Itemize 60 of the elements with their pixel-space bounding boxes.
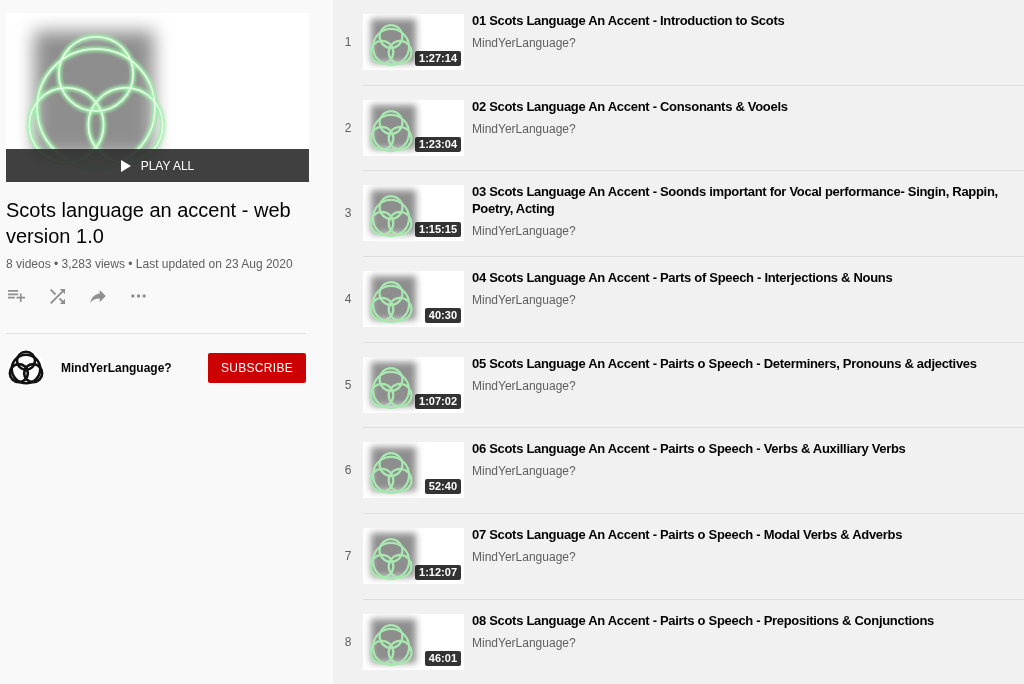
video-thumbnail[interactable]: 1:15:15 — [363, 185, 464, 242]
video-thumbnail[interactable]: 40:30 — [363, 271, 464, 328]
knot-drawing — [369, 361, 416, 409]
subscribe-button[interactable]: SUBSCRIBE — [207, 353, 306, 383]
add-to-playlist-icon[interactable] — [8, 290, 25, 302]
video-duration: 46:01 — [424, 650, 461, 666]
video-duration: 40:30 — [424, 308, 461, 324]
video-channel[interactable]: MindYerLanguage? — [472, 120, 576, 137]
video-channel[interactable]: MindYerLanguage? — [472, 463, 576, 480]
play-icon — [120, 159, 131, 172]
video-index: 1 — [344, 34, 352, 50]
video-title[interactable]: 01 Scots Language An Accent - Introduction to Scots — [472, 12, 785, 29]
video-index: 8 — [344, 633, 352, 650]
knot-drawing — [369, 190, 416, 238]
more-icon[interactable] — [131, 294, 146, 298]
video-duration: 1:15:15 — [415, 222, 461, 238]
video-title[interactable]: 05 Scots Language An Accent - Pairts o Speech - Determiners, Pronouns & adjectives — [472, 354, 977, 372]
video-channel[interactable]: MindYerLanguage? — [472, 549, 576, 566]
video-index: 5 — [344, 376, 352, 393]
video-duration: 1:23:04 — [415, 136, 461, 152]
shuffle-icon[interactable] — [50, 288, 65, 304]
knot-drawing — [369, 104, 416, 152]
knot-drawing — [369, 447, 416, 495]
video-thumbnail[interactable]: 52:40 — [363, 442, 464, 499]
video-thumbnail[interactable]: 1:12:07 — [363, 528, 464, 585]
video-channel[interactable]: MindYerLanguage? — [472, 292, 576, 309]
video-thumbnail[interactable]: 1:07:02 — [363, 356, 464, 413]
video-duration: 52:40 — [424, 479, 461, 495]
video-title[interactable]: 03 Scots Language An Accent - Soonds important for Vocal performance- Singin, Rappin, Poetry, Acting — [472, 183, 1020, 218]
share-arrow-icon[interactable] — [90, 289, 106, 303]
video-title[interactable]: 02 Scots Language An Accent - Consonants & Vooels — [472, 97, 788, 115]
playlist-thumbnail[interactable]: PLAY ALL — [6, 13, 309, 182]
video-thumbnail[interactable]: 46:01 — [363, 613, 464, 670]
knot-drawing — [369, 618, 416, 666]
video-title[interactable]: 07 Scots Language An Accent - Pairts o Speech - Modal Verbs & Adverbs — [472, 526, 903, 544]
video-index: 4 — [344, 291, 352, 308]
knot-avatar-icon[interactable] — [8, 350, 44, 386]
video-duration: 1:27:14 — [415, 51, 461, 66]
video-title[interactable]: 08 Scots Language An Accent - Pairts o Speech - Prepositions & Conjunctions — [472, 611, 934, 629]
playlist-stats: 8 videos • 3,283 views • Last updated on 23 Aug 2020 — [6, 256, 293, 272]
video-title[interactable]: 06 Scots Language An Accent - Pairts o Speech - Verbs & Auxilliary Verbs — [472, 440, 906, 458]
playlist-title: Scots language an accent - web version 1.0 — [6, 198, 292, 249]
video-title[interactable]: 04 Scots Language An Accent - Parts of Speech - Interjections & Nouns — [472, 269, 893, 287]
channel-name[interactable]: MindYerLanguage? — [61, 360, 172, 376]
video-duration: 1:07:02 — [415, 393, 461, 409]
video-thumbnail[interactable]: 1:23:04 — [363, 99, 464, 156]
play-all-button[interactable]: PLAY ALL — [6, 149, 309, 182]
video-index: 6 — [344, 462, 352, 479]
video-index: 3 — [344, 205, 352, 222]
video-index: 7 — [344, 548, 352, 565]
knot-drawing — [369, 19, 416, 67]
video-channel[interactable]: MindYerLanguage? — [472, 223, 576, 240]
knot-drawing — [369, 533, 416, 581]
video-thumbnail[interactable]: 1:27:14 — [363, 14, 464, 70]
knot-drawing — [369, 276, 416, 324]
video-channel[interactable]: MindYerLanguage? — [472, 634, 576, 651]
video-channel[interactable]: MindYerLanguage? — [472, 35, 576, 51]
video-channel[interactable]: MindYerLanguage? — [472, 377, 576, 394]
video-duration: 1:12:07 — [415, 565, 461, 581]
video-index: 2 — [344, 119, 352, 136]
